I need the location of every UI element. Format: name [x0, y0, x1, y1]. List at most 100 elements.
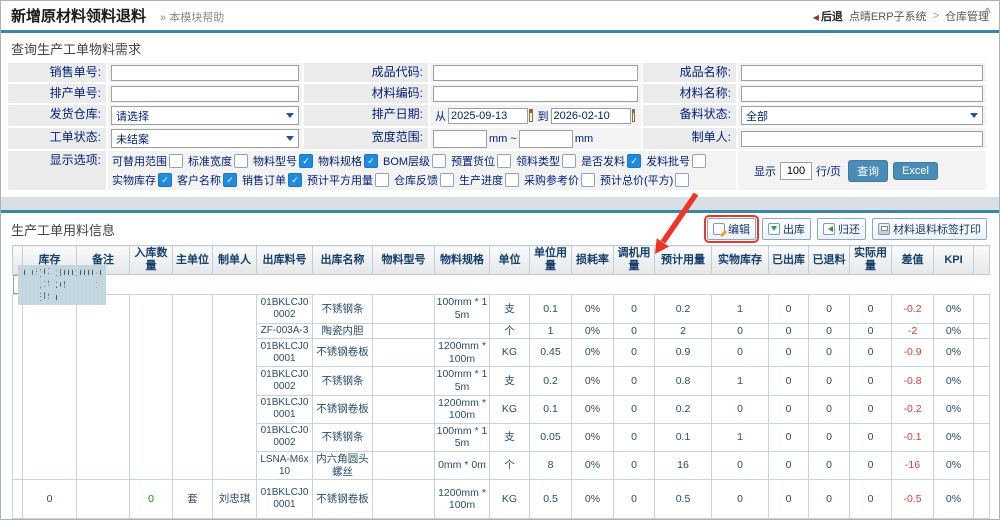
sales-no-input[interactable]	[111, 65, 299, 81]
checkbox-icon[interactable]	[364, 154, 378, 168]
cell: 0	[614, 451, 655, 479]
display-option: 客户名称	[177, 172, 237, 188]
material-code-input[interactable]	[433, 86, 638, 102]
display-option: 实物库存	[112, 172, 172, 188]
display-option-label: 预置货位	[451, 153, 495, 169]
cell: 0	[614, 323, 655, 339]
cell: -0.2	[892, 295, 934, 323]
print-label-button[interactable]: 材料退料标签打印	[872, 218, 987, 240]
calendar-icon[interactable]	[632, 109, 636, 122]
return-button[interactable]: 归还	[817, 218, 866, 240]
display-option: 发料批号	[646, 153, 706, 169]
schedule-no-input[interactable]	[111, 86, 299, 102]
table-row[interactable]: 00套刘忠琪01BKLCJ00001不锈钢卷板1200mm * 100mKG0.…	[13, 275, 23, 294]
table-header-cell: 单位用量	[530, 246, 572, 275]
checkbox-icon[interactable]	[169, 154, 183, 168]
checkbox-icon[interactable]	[440, 173, 454, 187]
edit-button[interactable]: 编辑	[707, 218, 756, 240]
back-link[interactable]: ◀后退	[813, 8, 843, 24]
select-value: 未结案	[116, 131, 149, 147]
checkbox-icon[interactable]	[299, 154, 313, 168]
collapse-panel-icon[interactable]: ^	[984, 5, 991, 19]
checkbox-icon[interactable]	[432, 154, 446, 168]
cell	[974, 423, 990, 451]
display-option: 领料类型	[516, 153, 576, 169]
product-name-input[interactable]	[741, 65, 983, 81]
checkbox-icon[interactable]	[562, 154, 576, 168]
module-help-link[interactable]: » 本模块帮助	[160, 9, 224, 25]
maker-input[interactable]	[741, 131, 983, 147]
cell: 1	[712, 367, 769, 395]
display-option: 物料规格	[318, 153, 378, 169]
material-name-input[interactable]	[741, 86, 983, 102]
cell: 0	[850, 367, 892, 395]
width-max-input[interactable]	[519, 130, 573, 148]
cell	[373, 395, 435, 423]
checkbox-icon[interactable]	[288, 173, 302, 187]
cell: 0	[712, 339, 769, 367]
checkbox-icon[interactable]	[234, 154, 248, 168]
checkbox-icon[interactable]	[505, 173, 519, 187]
cell: 0.5	[655, 480, 712, 519]
checkbox-icon[interactable]	[497, 154, 511, 168]
cell: 0	[769, 480, 809, 519]
excel-button[interactable]: Excel	[893, 162, 938, 180]
width-min-input[interactable]	[433, 130, 487, 148]
select-value: 请选择	[116, 108, 149, 124]
table-row[interactable]: 00套刘忠琪01BKLCJ00001不锈钢卷板1200mm * 100mKG0.…	[13, 480, 990, 519]
date-from-input[interactable]	[448, 108, 528, 124]
material-table: 库存备注入库数量主单位制单人出库料号出库名称物料型号物料规格单位单位用量损耗率调…	[12, 245, 990, 519]
field-label: 排产单号:	[8, 84, 106, 103]
display-option-label: 预计平方用量	[307, 172, 373, 188]
date-to-input[interactable]	[551, 108, 631, 124]
cell: 0%	[572, 323, 614, 339]
cell: -0.2	[892, 395, 934, 423]
group-cell	[23, 295, 77, 480]
page-size-input[interactable]	[780, 162, 812, 180]
table-header-cell: 入库数量	[130, 246, 173, 275]
cell: 0	[850, 323, 892, 339]
field-label: 销售单号:	[8, 63, 106, 82]
cell: 支	[490, 423, 530, 451]
cell	[974, 339, 990, 367]
display-option-label: 采购参考价	[524, 172, 579, 188]
product-code-input[interactable]	[433, 65, 638, 81]
grid-header: 生产工单用料信息 编辑出库归还材料退料标签打印	[1, 213, 999, 244]
checkbox-icon[interactable]	[692, 154, 706, 168]
cell: 0	[769, 423, 809, 451]
checkbox-icon[interactable]	[675, 173, 689, 187]
table-header-cell	[974, 246, 990, 275]
cell: 陶瓷内胆	[313, 323, 373, 339]
checkbox-icon[interactable]	[158, 173, 172, 187]
checkbox-icon[interactable]	[375, 173, 389, 187]
cell: 100mm * 15m	[435, 423, 490, 451]
calendar-icon[interactable]	[529, 109, 533, 122]
cell: 0	[614, 295, 655, 323]
checkbox-icon[interactable]	[627, 154, 641, 168]
cell: 不锈钢条	[313, 367, 373, 395]
table-header-cell: 主单位	[173, 246, 213, 275]
date-from-label: 从	[435, 108, 446, 124]
table-row[interactable]: 01BKLCJ00002不锈钢条100mm * 15m支0.10%00.2100…	[13, 295, 990, 323]
cell: 0mm * 0m	[435, 451, 490, 479]
cell: 0	[809, 451, 850, 479]
cell: 不锈钢卷板	[313, 480, 373, 519]
checkbox-icon[interactable]	[581, 173, 595, 187]
breadcrumb-app[interactable]: 点晴ERP子系统	[849, 8, 927, 24]
checkbox-icon[interactable]	[223, 173, 237, 187]
table-header-cell: 调机用量	[614, 246, 655, 275]
breadcrumb: ◀后退 点晴ERP子系统 > 仓库管理	[813, 8, 989, 24]
page-size-prefix: 显示	[754, 163, 776, 179]
cell: 16	[655, 451, 712, 479]
breadcrumb-page[interactable]: 仓库管理	[945, 8, 989, 24]
order-status-select[interactable]: 未结案	[111, 129, 299, 148]
checkout-button[interactable]: 出库	[762, 218, 811, 240]
display-option: BOM层级	[383, 153, 446, 169]
field-label: 材料编码:	[304, 84, 428, 103]
group-cell	[13, 295, 23, 480]
ship-warehouse-select[interactable]: 请选择	[111, 106, 299, 125]
table-header-cell: 已出库	[769, 246, 809, 275]
search-button[interactable]: 查询	[848, 160, 888, 182]
stock-status-select[interactable]: 全部	[741, 106, 983, 125]
cell: 1	[712, 295, 769, 323]
